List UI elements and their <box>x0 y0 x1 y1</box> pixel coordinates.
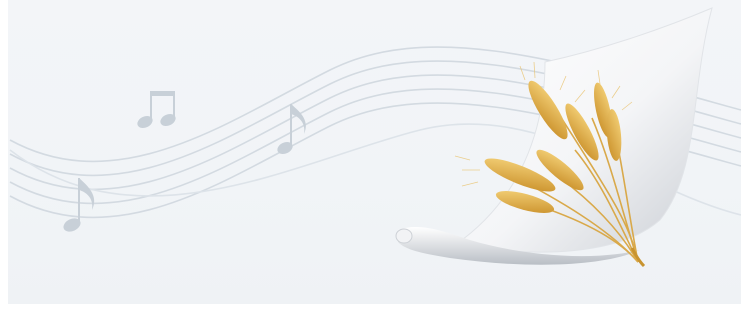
hero-banner <box>0 0 741 309</box>
beamed-eighth-notes-icon <box>137 91 176 129</box>
banner-artwork <box>9 7 741 268</box>
eighth-note-icon <box>277 104 306 155</box>
